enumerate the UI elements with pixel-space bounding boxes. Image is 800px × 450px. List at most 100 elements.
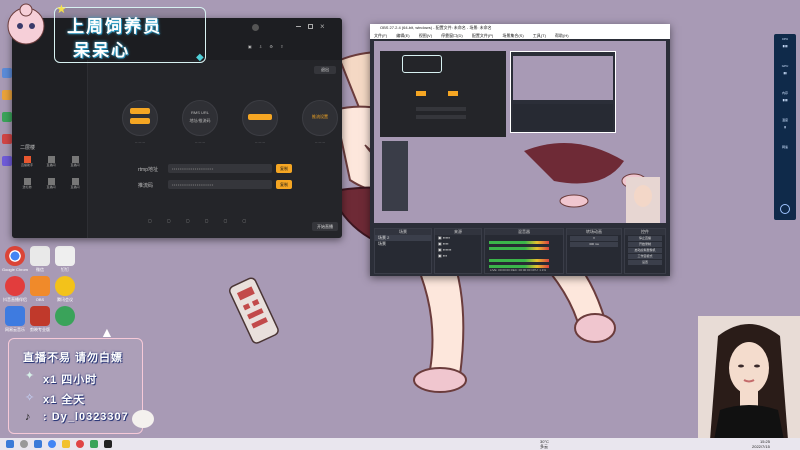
desktop-icon-douyin-assistant[interactable]: 抖音直播伴侣 [2, 276, 28, 302]
menu-profile[interactable]: 配置文件(P) [472, 33, 493, 38]
folder-icon[interactable] [62, 440, 70, 448]
obs-icon[interactable] [104, 440, 112, 448]
step-pill[interactable] [130, 108, 150, 114]
menu-docks[interactable]: 停靠窗口(D) [441, 33, 463, 38]
window-controls: × [252, 22, 332, 32]
exit-button[interactable]: 退出 [314, 66, 336, 74]
step-label: RMS URL [190, 110, 209, 115]
dock-title: 混音器 [485, 229, 563, 235]
lock-icon[interactable]: ▣ [248, 44, 252, 49]
preview-field [416, 107, 466, 111]
studio-mode-button[interactable]: 工作室模式 [628, 254, 662, 259]
audio-meter [489, 247, 549, 250]
game-icon [30, 276, 50, 296]
copy-key-button[interactable]: 复制 [276, 180, 292, 189]
grid-item[interactable]: 直播间 [66, 178, 84, 189]
tool-icon[interactable]: ▢ [224, 218, 228, 223]
menu-help[interactable]: 帮助(H) [555, 33, 569, 38]
key-field[interactable]: •••••••••••••••••••••• [168, 180, 272, 189]
scene-item[interactable]: 场景 [375, 241, 431, 247]
rule-line: : Dy_l0323307 [43, 411, 129, 423]
app-icon[interactable] [2, 156, 12, 166]
menu-tools[interactable]: 工具(T) [533, 33, 546, 38]
toolbar-icons: ▣ ⇩ ⚙ ⇪ [248, 44, 283, 49]
start-live-button[interactable]: 开始直播 [312, 222, 338, 231]
menu-view[interactable]: 视图(V) [419, 33, 432, 38]
app-icon[interactable] [90, 440, 98, 448]
preview-assistant-window [380, 51, 506, 137]
source-item[interactable]: ▣ ▪▪▪ [435, 253, 481, 259]
grid-item[interactable]: 直播间 [42, 178, 60, 189]
rtmp-field[interactable]: •••••••••••••••••••••• [168, 164, 272, 173]
gift-icon: ✧ [25, 392, 35, 404]
download-icon[interactable]: ⇩ [259, 44, 262, 49]
step-pill[interactable] [130, 118, 150, 124]
desktop-icon-chrome[interactable]: Google Chrome [2, 246, 28, 272]
power-icon[interactable] [780, 204, 790, 214]
desktop-icon-wechat[interactable]: 微信 [27, 246, 53, 272]
close-icon[interactable]: × [320, 22, 325, 31]
maximize-icon[interactable] [308, 24, 313, 29]
remote-illustration [229, 277, 279, 344]
step-label: 推流设置 [312, 114, 328, 119]
obs-window: OBS 27.2.4 (64-bit, windows) - 配置文件: 未命名… [370, 24, 670, 276]
rtmp-label: rtmp地址 [138, 167, 159, 173]
weather-desc[interactable]: 多云 [540, 444, 548, 450]
feature-grid: 直播助手 直播间 直播间 送礼物 直播间 直播间 [18, 156, 84, 236]
transition-select[interactable]: ▾ [570, 236, 618, 241]
desktop-icon-music[interactable]: 网易云音乐 [2, 306, 28, 332]
system-monitor-widget: CPU ▮▮▮ GPU ▮▮ 内存 ▮▮▮ 温度 ▮ 网速 [774, 34, 796, 220]
settings-button[interactable]: 设置 [628, 260, 662, 265]
bow-icon: ◆ [196, 52, 204, 63]
grid-item[interactable]: 直播间 [66, 156, 84, 167]
desktop-icon-capcut[interactable]: 剪映专业版 [27, 306, 53, 332]
tool-icon[interactable]: ▢ [186, 218, 190, 223]
start-icon[interactable] [6, 440, 14, 448]
avatar[interactable] [252, 24, 259, 31]
desktop-icon-dingtalk[interactable]: 钉钉 [52, 246, 78, 272]
app-icon[interactable] [2, 90, 12, 100]
monitor-memory: 内存 [781, 91, 788, 95]
obs-preview[interactable] [374, 41, 666, 223]
file-icon [55, 246, 75, 266]
app-icon[interactable] [2, 134, 12, 144]
taskview-icon[interactable] [34, 440, 42, 448]
menu-file[interactable]: 文件(F) [374, 33, 387, 38]
grid-item[interactable]: 直播助手 [18, 156, 36, 167]
desktop-icon-green[interactable] [52, 306, 78, 326]
desktop-icon-meeting[interactable]: 腾讯会议 [52, 276, 78, 302]
monitor-cpu: CPU [781, 37, 789, 41]
minimize-icon[interactable] [296, 26, 301, 27]
menu-edit[interactable]: 编辑(E) [396, 33, 409, 38]
app-icon[interactable] [76, 440, 84, 448]
app-icon[interactable] [2, 112, 12, 122]
desktop-icon-obs[interactable]: OBS [27, 276, 53, 302]
browser-icon[interactable] [48, 440, 56, 448]
search-icon[interactable] [20, 440, 28, 448]
gift-icon: ✦ [25, 370, 35, 382]
grid-item[interactable]: 直播间 [42, 156, 60, 167]
bottom-toolbar: ▢ ▢ ▢ ▢ ▢ ▢ [148, 218, 288, 232]
step-pill[interactable] [248, 114, 272, 120]
stop-streaming-button[interactable]: 停止直播 [628, 236, 662, 241]
tool-icon[interactable]: ▢ [205, 218, 209, 223]
gift-icon [23, 178, 31, 185]
menu-scene-collection[interactable]: 场景集合(S) [502, 33, 523, 38]
virtual-camera-button[interactable]: 启动虚拟摄像机 [628, 248, 662, 253]
gear-icon[interactable]: ⚙ [269, 44, 273, 49]
clock-date[interactable]: 2022/7/15 [752, 444, 770, 449]
start-recording-button[interactable]: 开始录制 [628, 242, 662, 247]
app-icon[interactable] [2, 68, 12, 78]
step-desc: ········ [314, 140, 326, 145]
monitor-network: 网速 [781, 145, 788, 149]
grid-item[interactable]: 送礼物 [18, 178, 36, 189]
copy-rtmp-button[interactable]: 复制 [276, 164, 292, 173]
duration-input[interactable]: 300 ms [570, 242, 618, 247]
tool-icon[interactable]: ▢ [167, 218, 171, 223]
tool-icon[interactable]: ▢ [148, 218, 152, 223]
share-icon[interactable]: ⇪ [280, 44, 283, 49]
rule-line: x1 全天 [43, 394, 86, 406]
obs-menu-bar: 文件(F) 编辑(E) 视图(V) 停靠窗口(D) 配置文件(P) 场景集合(S… [370, 32, 670, 39]
tool-icon[interactable]: ▢ [243, 218, 247, 223]
scenes-dock: 场景 场景 2 场景 [374, 228, 432, 274]
